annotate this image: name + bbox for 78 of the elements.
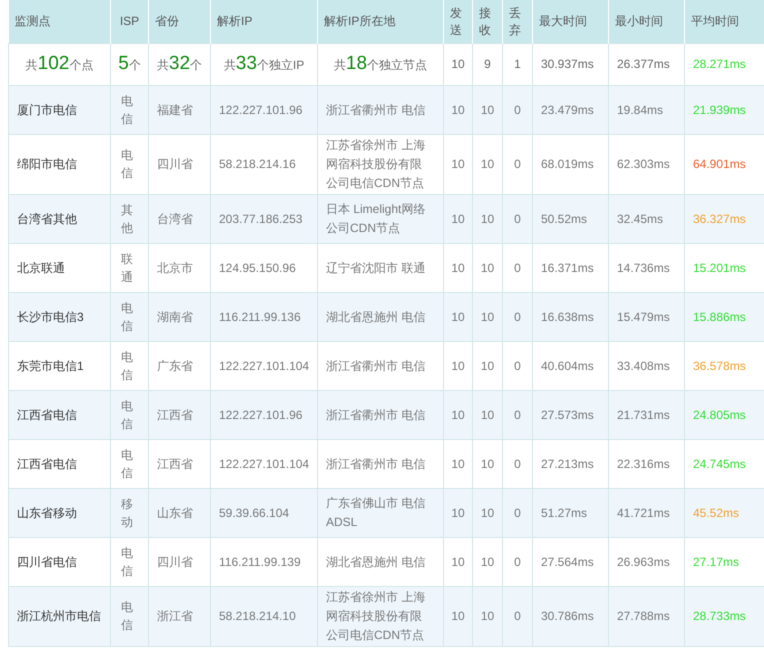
column-header: 最小时间 xyxy=(608,0,684,44)
table-cell: 台湾省 xyxy=(148,194,210,244)
table-cell: 移动 xyxy=(110,488,148,538)
table-cell: 10 xyxy=(472,586,502,646)
column-header: 平均时间 xyxy=(684,0,764,44)
table-cell: 15.479ms xyxy=(608,292,684,342)
table-cell: 江西省 xyxy=(148,390,210,440)
column-header: 省份 xyxy=(148,0,210,44)
table-cell: 0 xyxy=(502,86,532,134)
table-cell: 116.211.99.136 xyxy=(210,292,318,342)
table-cell: 0 xyxy=(502,586,532,646)
table-cell: 0 xyxy=(502,194,532,244)
table-cell: 10 xyxy=(444,86,472,134)
table-cell: 10 xyxy=(444,390,472,440)
column-header: 解析IP所在地 xyxy=(318,0,444,44)
table-cell: 122.227.101.96 xyxy=(210,390,318,440)
table-cell: 36.327ms xyxy=(684,194,764,244)
table-cell: 50.52ms xyxy=(532,194,608,244)
table-cell: 19.84ms xyxy=(608,86,684,134)
table-cell: 10 xyxy=(444,586,472,646)
table-cell: 浙江杭州市电信 xyxy=(8,586,110,646)
table-cell: 浙江省衢州市 电信 xyxy=(318,390,444,440)
table-cell: 0 xyxy=(502,488,532,538)
table-cell: 山东省移动 xyxy=(8,488,110,538)
table-cell: 10 xyxy=(472,194,502,244)
column-header: 发送 xyxy=(444,0,472,44)
table-cell: 山东省 xyxy=(148,488,210,538)
table-cell: 51.27ms xyxy=(532,488,608,538)
table-cell: 湖北省恩施州 电信 xyxy=(318,292,444,342)
table-cell: 45.52ms xyxy=(684,488,764,538)
table-cell: 0 xyxy=(502,292,532,342)
table-cell: 10 xyxy=(472,390,502,440)
table-cell: 59.39.66.104 xyxy=(210,488,318,538)
table-cell: 电信 xyxy=(110,86,148,134)
table-cell: 福建省 xyxy=(148,86,210,134)
table-cell: 30.786ms xyxy=(532,586,608,646)
table-cell: 27.788ms xyxy=(608,586,684,646)
table-cell: 122.227.101.96 xyxy=(210,86,318,134)
column-header: 解析IP xyxy=(210,0,318,44)
table-cell: 电信 xyxy=(110,390,148,440)
table-cell: 58.218.214.10 xyxy=(210,586,318,646)
table-cell: 27.573ms xyxy=(532,390,608,440)
table-cell: 湖南省 xyxy=(148,292,210,342)
table-cell: 10 xyxy=(472,292,502,342)
column-header: 接收 xyxy=(472,0,502,44)
table-cell: 浙江省衢州市 电信 xyxy=(318,86,444,134)
table-cell: 16.638ms xyxy=(532,292,608,342)
table-cell: 10 xyxy=(444,488,472,538)
table-cell: 24.805ms xyxy=(684,390,764,440)
table-cell: 10 xyxy=(444,194,472,244)
table-cell: 广东省佛山市 电信ADSL xyxy=(318,488,444,538)
table-cell: 台湾省其他 xyxy=(8,194,110,244)
table-cell: 10 xyxy=(444,292,472,342)
table-cell: 厦门市电信 xyxy=(8,86,110,134)
summary-count: 共102个点 xyxy=(8,44,110,86)
table-cell: 10 xyxy=(472,86,502,134)
table-cell: 电信 xyxy=(110,586,148,646)
table-cell: 23.479ms xyxy=(532,86,608,134)
table-cell: 203.77.186.253 xyxy=(210,194,318,244)
column-header: ISP xyxy=(110,0,148,44)
column-header: 监测点 xyxy=(8,0,110,44)
table-cell: 电信 xyxy=(110,292,148,342)
table-cell: 长沙市电信3 xyxy=(8,292,110,342)
column-header: 丢弃 xyxy=(502,0,532,44)
table-cell: 21.731ms xyxy=(608,390,684,440)
table-cell: 28.733ms xyxy=(684,586,764,646)
table-cell: 41.721ms xyxy=(608,488,684,538)
table-cell: 日本 Limelight网络公司CDN节点 xyxy=(318,194,444,244)
table-cell: 浙江省 xyxy=(148,586,210,646)
table-cell: 其他 xyxy=(110,194,148,244)
table-cell: 江西省电信 xyxy=(8,390,110,440)
table-cell: 32.45ms xyxy=(608,194,684,244)
table-cell: 0 xyxy=(502,390,532,440)
table-cell: 江苏省徐州市 上海网宿科技股份有限公司电信CDN节点 xyxy=(318,586,444,646)
table-cell: 21.939ms xyxy=(684,86,764,134)
column-header: 最大时间 xyxy=(532,0,608,44)
table-cell: 15.886ms xyxy=(684,292,764,342)
table-cell: 10 xyxy=(472,488,502,538)
